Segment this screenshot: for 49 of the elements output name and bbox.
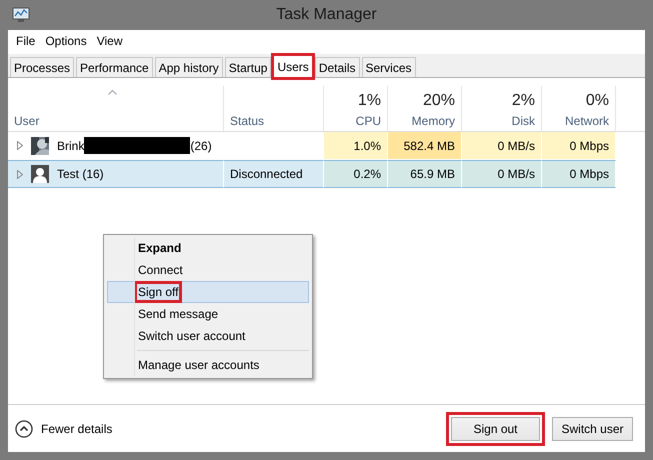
tab[interactable]: App history xyxy=(154,57,223,77)
menu-item[interactable]: Manage user accounts xyxy=(107,354,309,376)
tab[interactable]: Performance xyxy=(76,57,153,77)
column-total: 1% xyxy=(358,92,381,110)
table-cell: 0 MB/s xyxy=(462,132,542,160)
session-count: (26) xyxy=(190,138,212,152)
window-title: Task Manager xyxy=(275,6,378,24)
user-name: Brink xyxy=(57,138,84,152)
user-cell[interactable]: Brink (26) xyxy=(8,132,224,160)
expand-arrow-icon xyxy=(17,170,23,178)
column-label: Disk xyxy=(512,114,535,128)
table-cell: 0 Mbps xyxy=(542,132,616,160)
sign-out-button[interactable]: Sign out xyxy=(451,416,540,440)
menu-bar-item[interactable]: View xyxy=(92,32,128,50)
menu-bar-item[interactable]: File xyxy=(11,32,40,50)
column-label: Status xyxy=(230,114,266,128)
menu-bar-item[interactable]: Options xyxy=(40,32,92,50)
tab[interactable]: Services xyxy=(362,57,416,77)
fewer-details-link[interactable]: Fewer details xyxy=(41,422,112,436)
menu-item[interactable]: Send message xyxy=(107,303,309,325)
tab[interactable]: Details xyxy=(314,57,360,77)
status-cell: Disconnected xyxy=(224,160,324,188)
switch-user-button[interactable]: Switch user xyxy=(552,416,633,440)
user-name: Test (16) xyxy=(57,167,104,181)
menu-item[interactable]: Connect xyxy=(107,259,309,281)
column-total: 20% xyxy=(422,92,455,110)
expand-arrow-icon xyxy=(17,141,23,150)
collapse-chevron-icon xyxy=(15,420,33,438)
table-cell: 65.9 MB xyxy=(388,160,462,188)
tab[interactable]: Startup xyxy=(224,57,272,77)
user-silhouette-icon xyxy=(31,165,49,183)
user-cell[interactable]: Test (16) xyxy=(8,160,224,188)
menu-item[interactable]: Switch user account xyxy=(107,325,309,347)
tab[interactable]: Users xyxy=(273,55,313,78)
table-cell: 582.4 MB xyxy=(388,132,462,160)
menu-item[interactable]: Expand xyxy=(107,237,309,259)
column-total: 2% xyxy=(512,92,535,110)
table-cell: 0 MB/s xyxy=(462,160,542,188)
table-cell: 0.2% xyxy=(324,160,388,188)
monitor-graph-icon xyxy=(12,7,30,23)
column-label: Memory xyxy=(412,114,455,128)
column-total: 0% xyxy=(586,92,609,110)
menu-item[interactable]: Sign off xyxy=(107,281,309,303)
table-cell: 1.0% xyxy=(324,132,388,160)
table-cell: 0 Mbps xyxy=(542,160,616,188)
column-label: Network xyxy=(564,114,609,128)
tab[interactable]: Processes xyxy=(10,57,74,77)
column-label: CPU xyxy=(356,114,381,128)
column-label: User xyxy=(14,114,40,128)
